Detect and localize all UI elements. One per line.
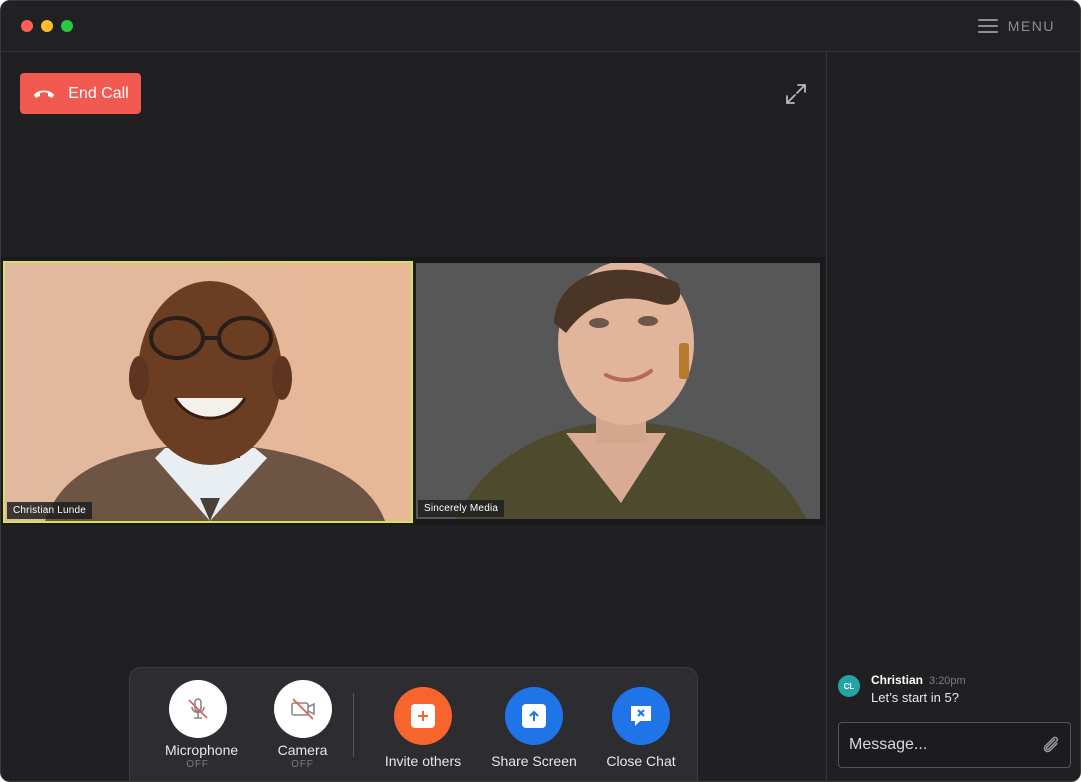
chat-sidebar: CL Christian 3:20pm Let’s start in 5? [826, 52, 1080, 781]
participant-name-tag: Sincerely Media [418, 500, 505, 517]
microphone-button[interactable] [168, 680, 227, 738]
end-call-label: End Call [68, 84, 129, 102]
avatar: CL [838, 675, 860, 697]
paperclip-icon[interactable] [1040, 734, 1062, 756]
close-chat-button[interactable]: Close Chat [598, 687, 684, 769]
camera-toggle[interactable]: Camera OFF [270, 680, 335, 770]
chat-author: Christian [871, 673, 924, 687]
microphone-toggle[interactable]: Microphone OFF [165, 680, 239, 770]
microphone-label: Microphone [165, 742, 239, 758]
minimize-window-button[interactable] [41, 20, 53, 32]
plus-icon [411, 704, 435, 728]
hamburger-icon [977, 19, 998, 33]
share-label: Share Screen [491, 753, 577, 769]
end-call-button[interactable]: End Call [20, 73, 141, 114]
maximize-window-button[interactable] [61, 20, 73, 32]
app-window: MENU End Call Christian Lunde Sincerely … [0, 0, 1081, 782]
phone-hangup-icon [34, 90, 55, 98]
chat-message-header: Christian 3:20pm [871, 673, 966, 687]
toolbar-divider [353, 693, 354, 757]
invite-circle[interactable] [394, 687, 452, 745]
chat-close-icon [631, 706, 651, 726]
camera-off-icon [290, 698, 315, 720]
participant-video-christian [5, 263, 411, 521]
message-input[interactable] [839, 723, 1044, 767]
participant-grid: Christian Lunde Sincerely Media [1, 257, 825, 525]
close-window-button[interactable] [21, 20, 33, 32]
camera-state: OFF [291, 759, 314, 770]
title-bar: MENU [1, 1, 1080, 52]
invite-others-button[interactable]: Invite others [378, 687, 468, 769]
microphone-off-icon [187, 698, 208, 719]
participant-tile-christian[interactable]: Christian Lunde [3, 261, 413, 523]
message-box [838, 722, 1071, 768]
menu-button[interactable]: MENU [977, 18, 1055, 34]
participant-name-tag: Christian Lunde [7, 502, 93, 519]
camera-button[interactable] [273, 680, 332, 738]
microphone-state: OFF [186, 759, 209, 770]
video-area: End Call Christian Lunde Sincerely Media… [1, 52, 825, 781]
invite-label: Invite others [384, 753, 462, 769]
close-chat-circle[interactable] [612, 687, 670, 745]
chat-message-text: Let’s start in 5? [871, 690, 959, 705]
chat-timestamp: 3:20pm [929, 675, 966, 687]
call-toolbar: Microphone OFF Camera OFF Invite others … [129, 667, 698, 781]
close-chat-label: Close Chat [606, 753, 676, 769]
upload-icon [522, 704, 546, 728]
fullscreen-icon[interactable] [784, 82, 808, 106]
camera-label: Camera [277, 742, 328, 758]
participant-tile-sincerely[interactable]: Sincerely Media [416, 263, 820, 519]
menu-label: MENU [1007, 18, 1055, 34]
share-circle[interactable] [505, 687, 563, 745]
participant-video-sincerely [416, 263, 820, 519]
share-screen-button[interactable]: Share Screen [487, 687, 581, 769]
